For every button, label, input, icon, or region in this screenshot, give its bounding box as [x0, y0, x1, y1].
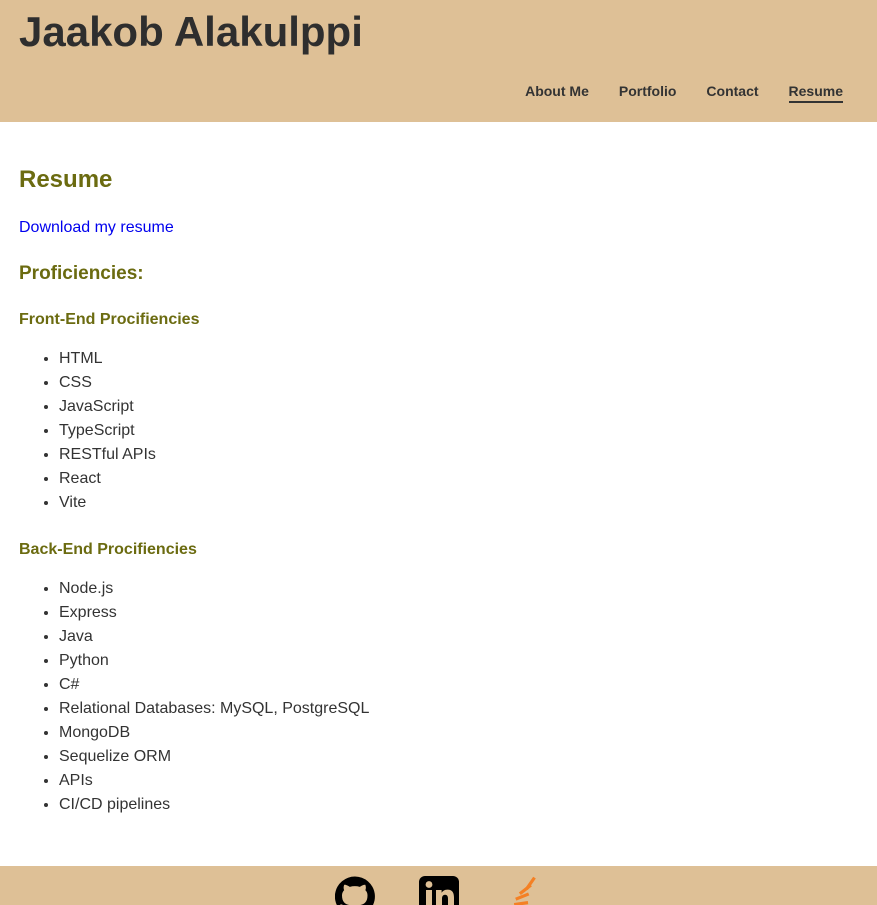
- back-end-item: Express: [59, 601, 859, 625]
- front-end-item: JavaScript: [59, 395, 859, 419]
- front-end-list: HTMLCSSJavaScriptTypeScriptRESTful APIsR…: [19, 347, 859, 515]
- download-resume-link[interactable]: Download my resume: [19, 219, 174, 237]
- back-end-item: Node.js: [59, 577, 859, 601]
- back-end-list: Node.jsExpressJavaPythonC#Relational Dat…: [19, 577, 859, 817]
- front-end-item: CSS: [59, 371, 859, 395]
- main-content: Resume Download my resume Proficiencies:…: [19, 122, 859, 817]
- page-title: Resume: [19, 166, 113, 193]
- proficiencies-heading: Proficiencies:: [19, 263, 144, 284]
- back-end-item: CI/CD pipelines: [59, 793, 859, 817]
- back-end-item: Java: [59, 625, 859, 649]
- nav-about-me[interactable]: About Me: [525, 83, 589, 103]
- front-end-item: React: [59, 467, 859, 491]
- back-end-item: MongoDB: [59, 721, 859, 745]
- back-end-heading: Back-End Procifiencies: [19, 541, 197, 558]
- front-end-heading: Front-End Procifiencies: [19, 311, 200, 328]
- front-end-item: Vite: [59, 491, 859, 515]
- front-end-item: RESTful APIs: [59, 443, 859, 467]
- stackoverflow-icon[interactable]: [505, 876, 545, 905]
- back-end-item: Python: [59, 649, 859, 673]
- back-end-item: APIs: [59, 769, 859, 793]
- back-end-item: Sequelize ORM: [59, 745, 859, 769]
- main-nav: About Me Portfolio Contact Resume: [495, 83, 843, 103]
- github-icon[interactable]: [334, 876, 375, 905]
- site-title: Jaakob Alakulppi: [19, 8, 363, 55]
- front-end-item: TypeScript: [59, 419, 859, 443]
- site-footer: [0, 866, 877, 905]
- linkedin-icon[interactable]: [419, 876, 459, 905]
- nav-portfolio[interactable]: Portfolio: [619, 83, 677, 103]
- nav-resume[interactable]: Resume: [788, 83, 843, 103]
- back-end-item: C#: [59, 673, 859, 697]
- front-end-item: HTML: [59, 347, 859, 371]
- site-header: Jaakob Alakulppi About Me Portfolio Cont…: [0, 0, 877, 122]
- nav-contact[interactable]: Contact: [706, 83, 758, 103]
- back-end-item: Relational Databases: MySQL, PostgreSQL: [59, 697, 859, 721]
